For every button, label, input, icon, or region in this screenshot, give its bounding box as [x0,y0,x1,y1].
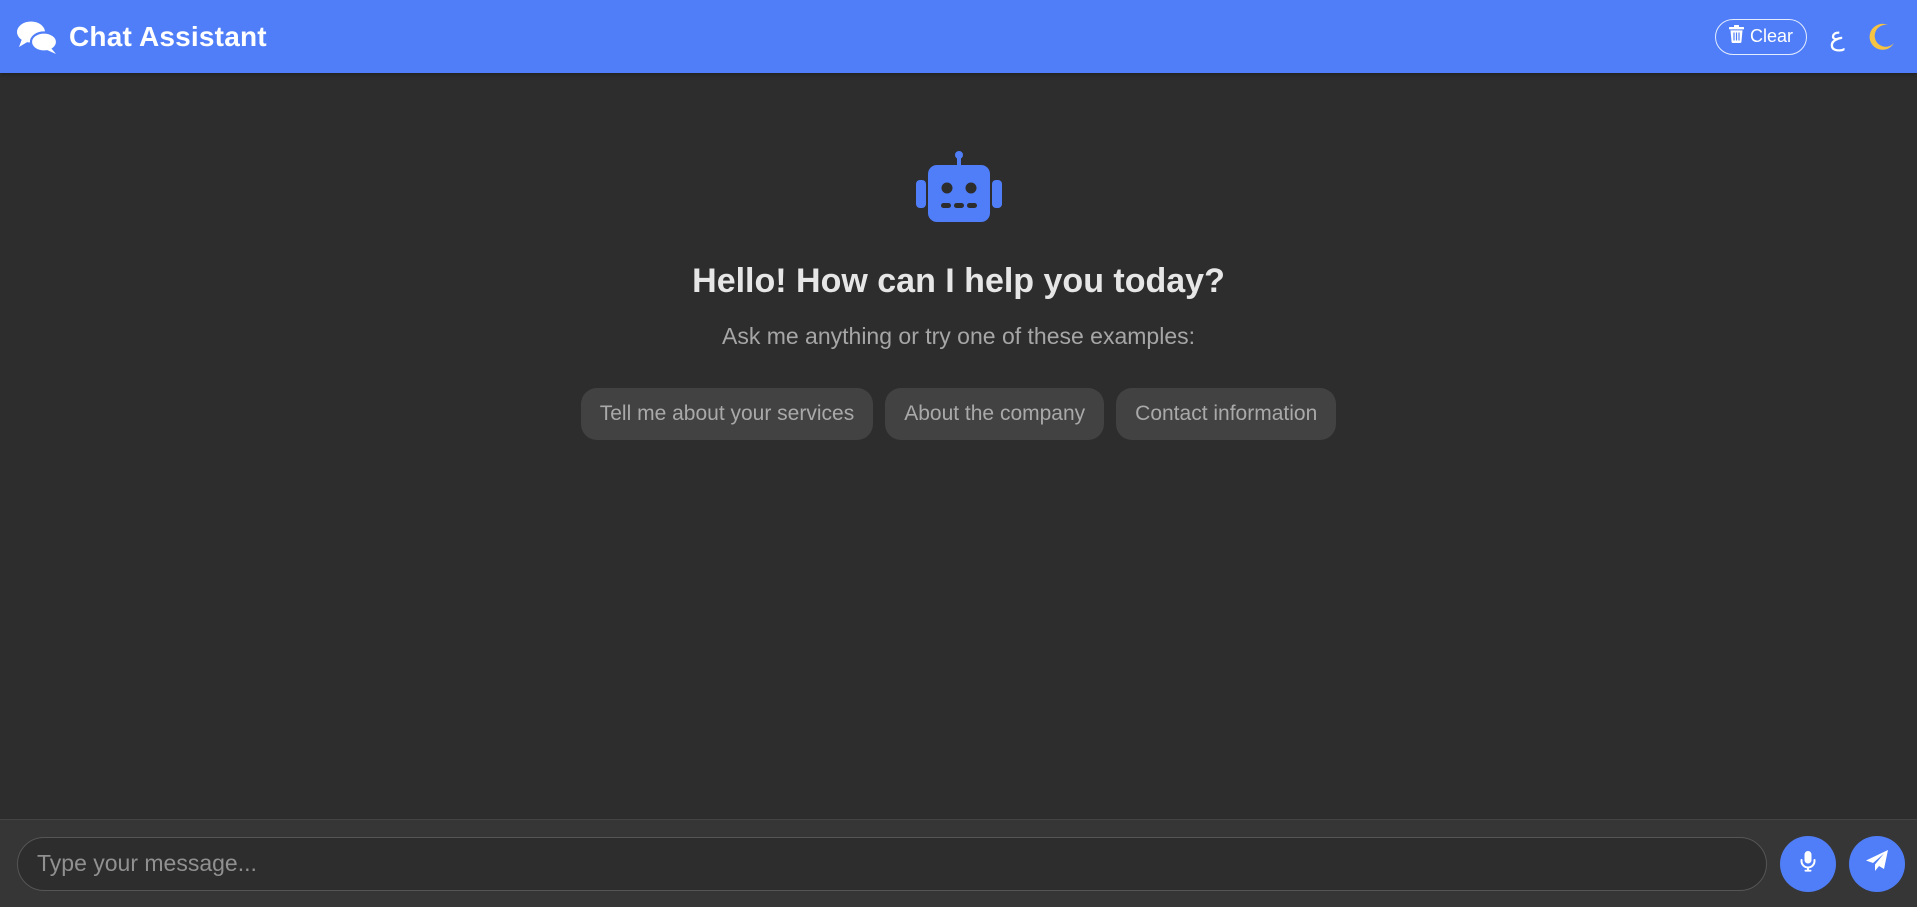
trash-icon [1728,25,1744,48]
welcome-subtitle: Ask me anything or try one of these exam… [721,323,1196,349]
chat-app: Chat Assistant Clear ع Hello! How can I … [0,0,1917,907]
suggestion-list: Tell me about your services About the co… [0,388,1917,440]
header-actions: Clear ع [1714,18,1897,55]
robot-icon [915,150,1003,226]
brand: Chat Assistant [16,19,267,55]
comments-icon [16,19,59,55]
message-input[interactable] [17,836,1767,891]
paper-plane-icon [1865,849,1889,878]
microphone-icon [1796,849,1820,878]
language-toggle[interactable]: ع [1825,22,1849,52]
app-header: Chat Assistant Clear ع [0,0,1917,73]
suggestion-company[interactable]: About the company [885,388,1105,440]
suggestion-services[interactable]: Tell me about your services [580,388,874,440]
welcome-panel: Hello! How can I help you today? Ask me … [0,150,1917,440]
app-title: Chat Assistant [69,20,267,52]
clear-button[interactable]: Clear [1714,18,1807,55]
clear-button-label: Clear [1749,26,1793,46]
send-button[interactable] [1849,835,1905,892]
welcome-title: Hello! How can I help you today? [692,262,1225,300]
composer-bar [0,819,1917,907]
suggestion-contact[interactable]: Contact information [1116,388,1337,440]
moon-icon[interactable] [1867,22,1897,52]
voice-input-button[interactable] [1780,835,1836,892]
